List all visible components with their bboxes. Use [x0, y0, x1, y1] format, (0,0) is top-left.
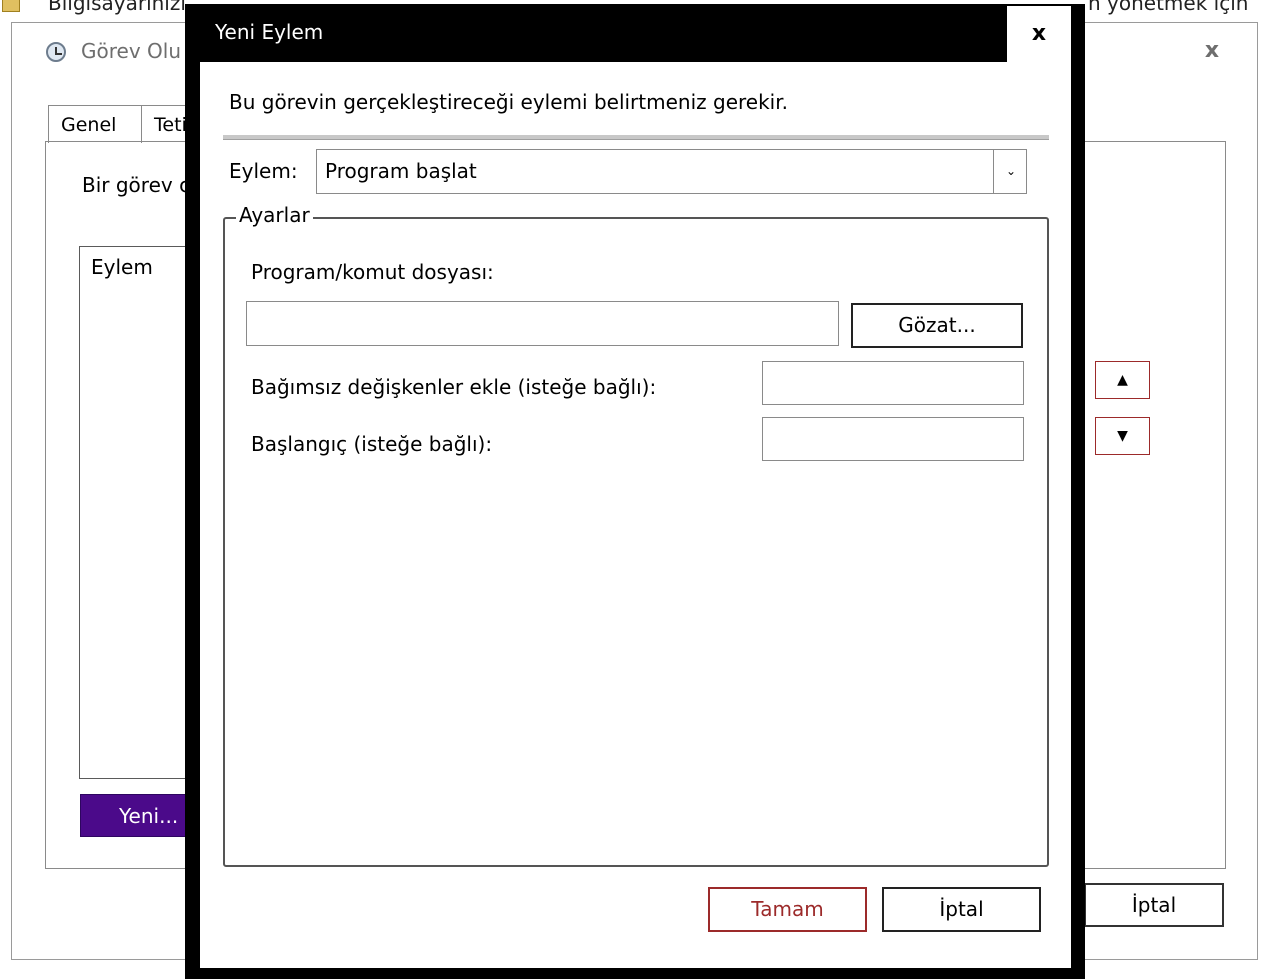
actions-list[interactable] [79, 246, 199, 779]
arguments-label: Bağımsız değişkenler ekle (isteğe bağlı)… [251, 375, 657, 399]
arrow-down-icon: ▼ [1117, 428, 1128, 444]
dialog-client-area: Bu görevin gerçekleştireceği eylemi beli… [200, 62, 1071, 968]
new-action-button[interactable]: Yeni... [80, 794, 197, 837]
ok-button[interactable]: Tamam [708, 887, 867, 932]
program-label: Program/komut dosyası: [251, 260, 494, 284]
action-select-value: Program başlat [325, 159, 477, 183]
parent-description: Bir görev c [82, 173, 191, 197]
dialog-intro-text: Bu görevin gerçekleştireceği eylemi beli… [229, 90, 788, 114]
chevron-down-icon[interactable]: ⌄ [995, 150, 1027, 193]
action-select[interactable]: Program başlat ⌄ [316, 149, 1027, 194]
program-input[interactable] [246, 301, 839, 346]
close-icon: x [1031, 21, 1047, 46]
start-in-input[interactable] [762, 417, 1024, 461]
arguments-input[interactable] [762, 361, 1024, 405]
dialog-close-button[interactable]: x [1007, 6, 1071, 62]
select-divider [993, 150, 994, 193]
background-text-left: Bilgisayarınızı [48, 0, 186, 15]
start-in-label: Başlangıç (isteğe bağlı): [251, 432, 493, 456]
settings-legend: Ayarlar [236, 203, 313, 227]
background-text-right: n yönetmek için [1088, 0, 1249, 15]
desktop-folder-icon [2, 0, 20, 12]
parent-cancel-button[interactable]: İptal [1084, 883, 1224, 927]
cancel-button[interactable]: İptal [882, 887, 1041, 932]
separator [223, 135, 1049, 140]
parent-window-title: Görev Olu [81, 39, 181, 63]
action-label: Eylem: [229, 159, 298, 183]
browse-button[interactable]: Gözat... [851, 303, 1023, 348]
move-down-button[interactable]: ▼ [1095, 417, 1150, 455]
arrow-up-icon: ▲ [1117, 372, 1128, 388]
tab-general[interactable]: Genel [48, 105, 142, 143]
actions-list-header[interactable]: Eylem [91, 255, 153, 279]
new-action-dialog: Yeni Eylem x Bu görevin gerçekleştireceğ… [185, 4, 1085, 979]
clock-icon [46, 42, 66, 62]
move-up-button[interactable]: ▲ [1095, 361, 1150, 399]
dialog-title: Yeni Eylem [215, 20, 324, 44]
parent-close-button[interactable]: x [1198, 37, 1226, 65]
